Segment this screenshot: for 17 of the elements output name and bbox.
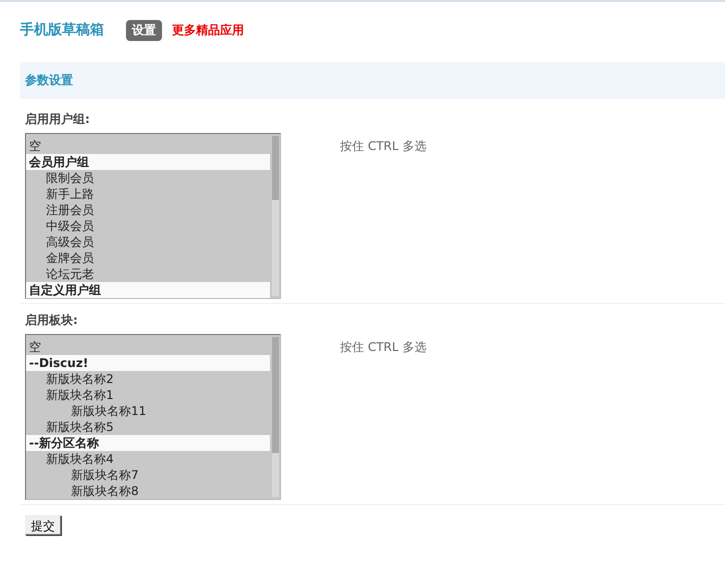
multi-select-list[interactable]: 空 --Discuz! 新版块名称2 新版块名称1 新版块名称11 新版块名称5 --新分区名称 新版块名称4 新版块名称7 新版块名称8 — [25, 334, 281, 500]
option-group-label: --Discuz! — [26, 355, 270, 371]
hint-text: 按住 CTRL 多选 — [340, 138, 426, 154]
hint-text: 按住 CTRL 多选 — [340, 339, 426, 355]
submit-button[interactable]: 提交 — [25, 515, 61, 535]
option-group-label: 会员用户组 — [26, 154, 270, 170]
scrollbar[interactable] — [272, 337, 279, 497]
section-header: 参数设置 — [20, 62, 725, 99]
option-group-label: 自定义用户组 — [26, 282, 270, 298]
field-label: 启用用户组: — [25, 111, 91, 128]
option-group-label: --新分区名称 — [26, 435, 270, 451]
settings-tab[interactable]: 设置 — [126, 20, 162, 40]
field-label: 启用板块: — [25, 312, 79, 329]
more-apps-link[interactable]: 更多精品应用 — [172, 22, 244, 38]
scrollbar[interactable] — [272, 136, 279, 296]
multi-select-list[interactable]: 空 会员用户组 限制会员 新手上路 注册会员 中级会员 高级会员 金牌会员 论坛元老 自定义用户组 — [25, 133, 281, 299]
app-title: 手机版草稿箱 — [20, 21, 104, 39]
